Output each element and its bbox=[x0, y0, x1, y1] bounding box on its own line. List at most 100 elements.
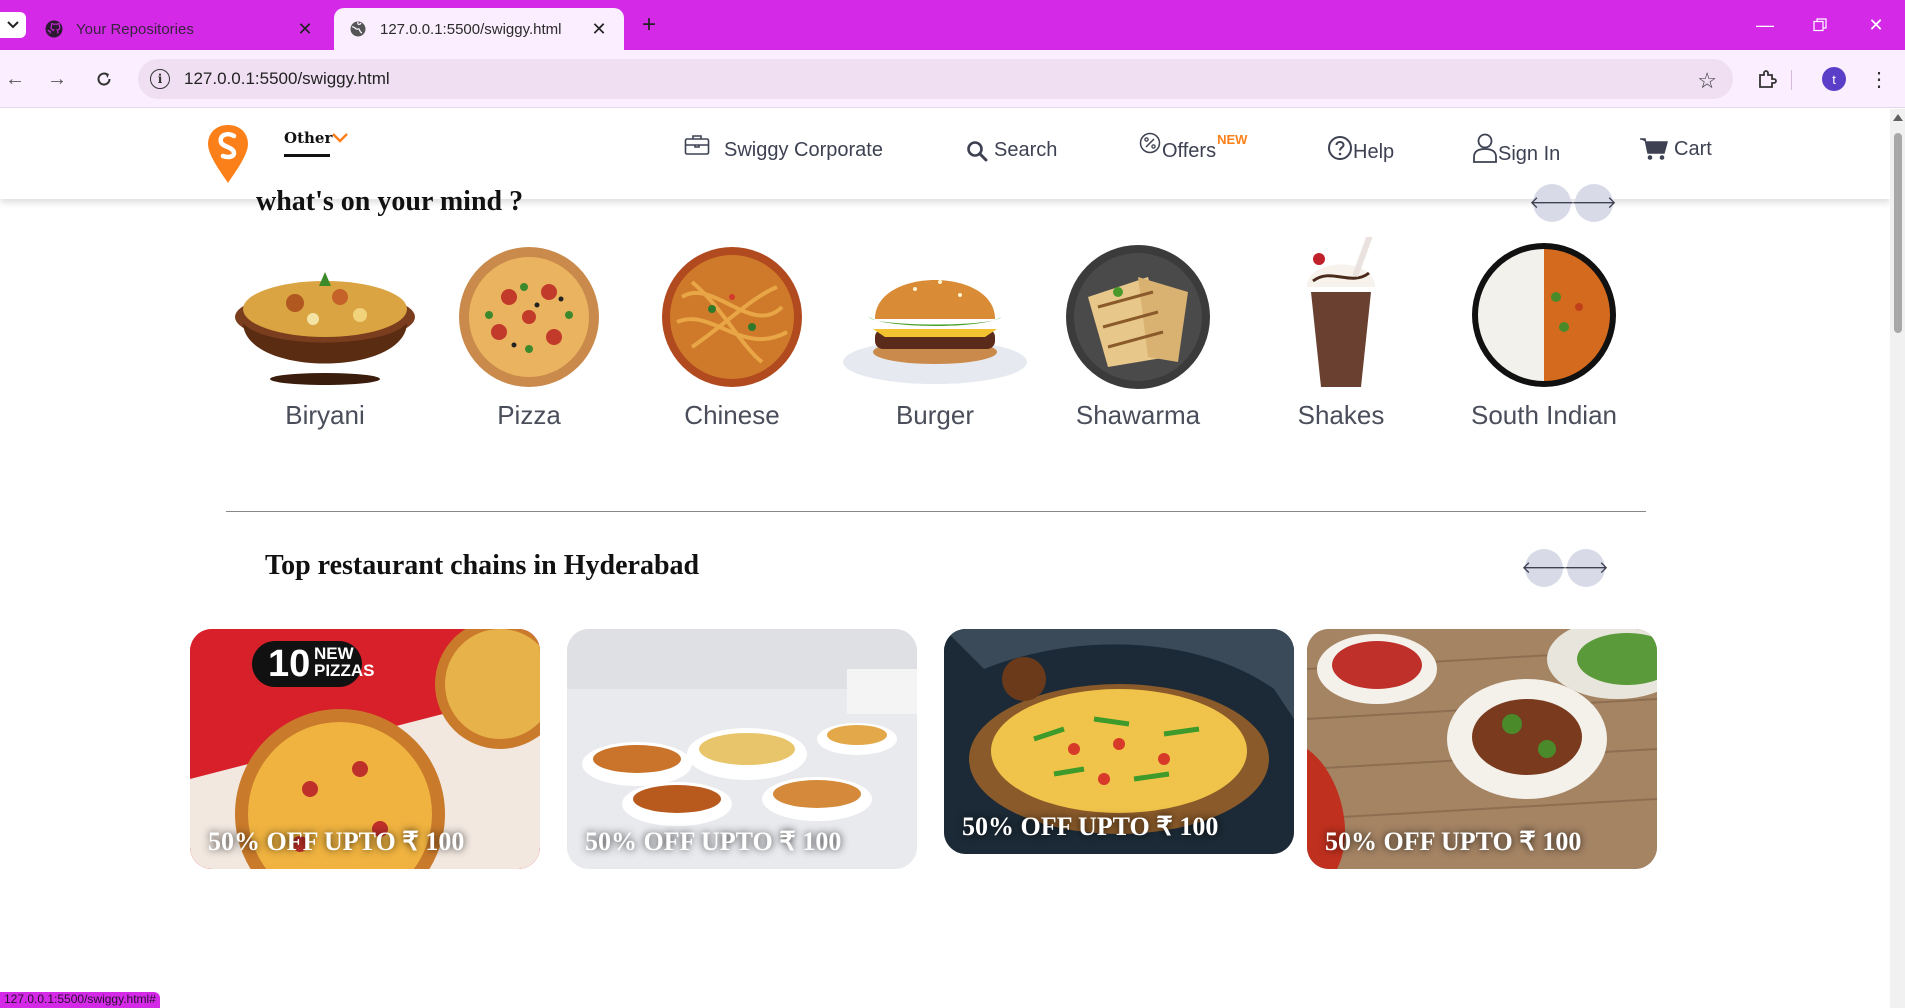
help-icon bbox=[1327, 135, 1353, 161]
globe-icon bbox=[348, 19, 368, 39]
shake-image bbox=[1307, 237, 1375, 387]
food-item-shakes[interactable]: Shakes bbox=[1241, 237, 1441, 437]
tab-your-repositories[interactable]: Your Repositories ✕ bbox=[30, 8, 330, 50]
profile-button[interactable]: t bbox=[1819, 64, 1849, 94]
page-viewport: Other Swiggy Corporate Search Offers NEW bbox=[0, 109, 1890, 1008]
minimize-icon[interactable]: — bbox=[1745, 10, 1785, 40]
restaurant-card[interactable]: 10 NEW PIZZAS 50% OFF UPTO ₹ 100 bbox=[190, 629, 540, 869]
promo-text-line: NEW bbox=[314, 644, 354, 663]
nav-swiggy-corporate[interactable]: Swiggy Corporate bbox=[684, 133, 883, 161]
food-label: Pizza bbox=[497, 400, 561, 430]
scroll-up-icon[interactable] bbox=[1893, 114, 1903, 121]
nav-sign-in[interactable]: Sign In bbox=[1472, 133, 1561, 165]
url-text: 127.0.0.1:5500/swiggy.html bbox=[184, 69, 390, 88]
status-bar-url: 127.0.0.1:5500/swiggy.html# bbox=[0, 992, 160, 1008]
reload-icon[interactable] bbox=[89, 64, 119, 94]
nav-label: Swiggy Corporate bbox=[724, 139, 883, 161]
food-item-south-indian[interactable]: South Indian bbox=[1444, 237, 1644, 437]
biryani-image bbox=[235, 272, 415, 385]
food-label: South Indian bbox=[1470, 400, 1617, 430]
food-item-chinese[interactable]: Chinese bbox=[632, 237, 832, 437]
food-label: Shawarma bbox=[1075, 400, 1201, 430]
arrow-right-icon: 🡒 bbox=[1563, 558, 1609, 577]
close-window-icon[interactable]: ✕ bbox=[1856, 10, 1896, 40]
nav-label: Cart bbox=[1674, 137, 1712, 160]
food-item-shawarma[interactable]: Shawarma bbox=[1038, 237, 1238, 437]
offer-text: 50% OFF UPTO ₹ 100 bbox=[962, 812, 1219, 841]
food-item-biryani[interactable]: Biryani bbox=[225, 237, 425, 437]
location-label: Other bbox=[284, 129, 333, 147]
chevron-down-icon bbox=[7, 21, 19, 29]
noodles-image bbox=[662, 247, 802, 387]
nav-cart[interactable]: Cart bbox=[1640, 137, 1712, 161]
location-underline bbox=[284, 154, 330, 157]
pizza-image bbox=[459, 247, 599, 387]
user-icon bbox=[1472, 133, 1498, 163]
burger-image bbox=[843, 280, 1027, 384]
offer-text: 50% OFF UPTO ₹ 100 bbox=[208, 827, 465, 856]
promo-number: 10 bbox=[268, 643, 311, 685]
close-icon[interactable]: ✕ bbox=[588, 18, 610, 40]
github-icon bbox=[44, 19, 64, 39]
offer-percent-icon bbox=[1138, 131, 1162, 155]
promo-text-line: PIZZAS bbox=[314, 661, 375, 680]
arrow-left-icon: 🡐 bbox=[1529, 193, 1575, 212]
new-badge: NEW bbox=[1217, 131, 1248, 147]
restaurant-card[interactable]: 50% OFF UPTO ₹ 100 bbox=[944, 629, 1294, 854]
info-icon[interactable]: i bbox=[150, 69, 170, 89]
food-label: Biryani bbox=[285, 400, 365, 430]
scrollbar-thumb[interactable] bbox=[1894, 133, 1902, 333]
nav-search[interactable]: Search bbox=[966, 139, 1057, 162]
food-item-burger[interactable]: Burger bbox=[835, 237, 1035, 437]
tab-title: Your Repositories bbox=[76, 20, 194, 38]
food-label: Chinese bbox=[684, 400, 780, 430]
section-title-mind: what's on your mind ? bbox=[256, 186, 524, 217]
browser-tab-bar: Your Repositories ✕ 127.0.0.1:5500/swigg… bbox=[0, 0, 1905, 50]
restaurant-card[interactable]: 50% OFF UPTO ₹ 100 bbox=[1307, 629, 1657, 869]
bookmark-star-icon[interactable]: ☆ bbox=[1697, 68, 1717, 94]
toolbar-divider bbox=[1791, 70, 1792, 90]
tab-search-button[interactable] bbox=[0, 12, 26, 38]
food-item-pizza[interactable]: Pizza bbox=[429, 237, 629, 437]
nav-label: Search bbox=[994, 139, 1058, 161]
back-icon[interactable]: ← bbox=[0, 64, 30, 94]
restaurant-card[interactable]: 50% OFF UPTO ₹ 100 bbox=[567, 629, 917, 869]
shawarma-image bbox=[1066, 245, 1210, 389]
cart-icon bbox=[1640, 137, 1668, 161]
briefcase-icon bbox=[684, 134, 710, 156]
more-menu-icon[interactable]: ⋮ bbox=[1864, 64, 1894, 94]
nav-help[interactable]: Help bbox=[1327, 135, 1395, 163]
section-title-restaurants: Top restaurant chains in Hyderabad bbox=[265, 550, 700, 581]
nav-label: Sign In bbox=[1498, 142, 1561, 165]
promo-text: NEW PIZZAS bbox=[314, 645, 374, 679]
restore-icon[interactable] bbox=[1800, 10, 1840, 40]
nav-offers[interactable]: Offers NEW bbox=[1138, 131, 1248, 162]
chevron-down-icon bbox=[332, 127, 348, 148]
restaurants-prev-button[interactable]: 🡐 bbox=[1521, 549, 1567, 587]
food-label: Burger bbox=[895, 400, 975, 430]
restaurants-next-button[interactable]: 🡒 bbox=[1563, 549, 1609, 587]
close-icon[interactable]: ✕ bbox=[294, 18, 316, 40]
browser-toolbar: ← → i 127.0.0.1:5500/swiggy.html ☆ t ⋮ bbox=[0, 50, 1905, 108]
offer-text: 50% OFF UPTO ₹ 100 bbox=[1325, 827, 1582, 856]
offer-text: 50% OFF UPTO ₹ 100 bbox=[585, 827, 842, 856]
address-bar[interactable]: i 127.0.0.1:5500/swiggy.html ☆ bbox=[138, 59, 1733, 99]
food-label: Shakes bbox=[1297, 400, 1385, 430]
avatar: t bbox=[1822, 67, 1846, 91]
nav-label: Help bbox=[1353, 140, 1395, 163]
section-divider bbox=[226, 511, 1646, 512]
extensions-icon[interactable] bbox=[1752, 64, 1782, 94]
tab-title: 127.0.0.1:5500/swiggy.html bbox=[380, 20, 562, 38]
tab-swiggy[interactable]: 127.0.0.1:5500/swiggy.html ✕ bbox=[334, 8, 624, 50]
thali-image bbox=[1472, 243, 1616, 387]
new-tab-button[interactable]: + bbox=[636, 11, 662, 38]
search-icon bbox=[966, 140, 988, 162]
mind-next-button[interactable]: 🡒 bbox=[1571, 184, 1617, 222]
arrow-left-icon: 🡐 bbox=[1521, 558, 1567, 577]
swiggy-logo-icon[interactable] bbox=[206, 123, 250, 190]
location-selector[interactable]: Other bbox=[284, 129, 348, 157]
mind-prev-button[interactable]: 🡐 bbox=[1529, 184, 1575, 222]
forward-icon[interactable]: → bbox=[42, 64, 72, 94]
nav-label: Offers bbox=[1162, 139, 1217, 162]
page-scrollbar[interactable] bbox=[1890, 109, 1905, 1008]
